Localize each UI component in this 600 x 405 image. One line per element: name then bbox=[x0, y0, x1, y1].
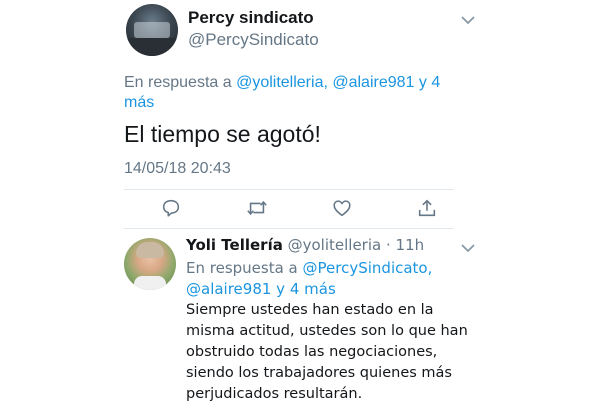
reply-icon[interactable] bbox=[157, 194, 185, 222]
avatar[interactable] bbox=[124, 238, 176, 290]
reply-text-line: misma actitud, ustedes son lo que han bbox=[186, 323, 468, 339]
tweet-handle[interactable]: @PercySindicato bbox=[188, 30, 319, 50]
reply-prefix: En respuesta a bbox=[124, 74, 232, 91]
reply-text-line: perjudicados resultarán. bbox=[186, 386, 363, 402]
avatar[interactable] bbox=[126, 4, 178, 56]
reply-age[interactable]: 11h bbox=[396, 236, 425, 254]
reply-text: Siempre ustedes han estado en la misma a… bbox=[186, 300, 486, 405]
reply-handle[interactable]: @yolitelleria bbox=[288, 236, 382, 254]
divider bbox=[124, 189, 454, 190]
reply-mentions-link[interactable]: @yolitelleria, @alaire981 y 4 bbox=[236, 74, 440, 91]
retweet-icon[interactable] bbox=[243, 194, 271, 222]
reply-context: En respuesta a @PercySindicato, @alaire9… bbox=[186, 258, 432, 300]
reply-context: En respuesta a @yolitelleria, @alaire981… bbox=[124, 73, 464, 113]
reply-header: Yoli Tellería @yolitelleria · 11h bbox=[186, 236, 424, 254]
reply-mention-link[interactable]: @PercySindicato, bbox=[303, 259, 433, 277]
reply-text-line: siendo los trabajadores quienes más bbox=[186, 365, 452, 381]
chevron-down-icon[interactable] bbox=[460, 12, 476, 28]
chevron-down-icon[interactable] bbox=[460, 240, 476, 256]
reply-prefix: En respuesta a bbox=[186, 259, 298, 277]
share-icon[interactable] bbox=[413, 194, 441, 222]
reply-separator: · bbox=[385, 236, 391, 254]
tweet-timestamp[interactable]: 14/05/18 20:43 bbox=[124, 160, 231, 178]
reply-text-line: Siempre ustedes han estado en la bbox=[186, 302, 434, 318]
like-icon[interactable] bbox=[328, 194, 356, 222]
reply-text-line: obstruido todas las negociaciones, bbox=[186, 344, 438, 360]
reply-mention-link[interactable]: @alaire981 y 4 más bbox=[186, 280, 336, 298]
tweet-text: El tiempo se agotó! bbox=[124, 121, 321, 147]
tweet-display-name[interactable]: Percy sindicato bbox=[188, 8, 314, 28]
reply-more-link[interactable]: más bbox=[124, 94, 154, 111]
reply-display-name[interactable]: Yoli Tellería bbox=[186, 236, 283, 254]
divider bbox=[124, 228, 454, 229]
